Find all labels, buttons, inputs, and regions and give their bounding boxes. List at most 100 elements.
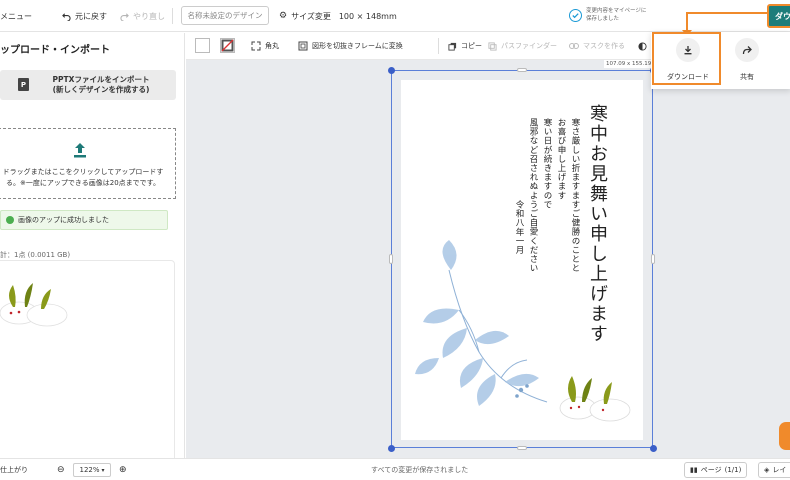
contrast-icon — [638, 41, 647, 51]
copy-button[interactable]: コピー — [448, 33, 482, 59]
zoom-out-button[interactable]: ⊖ — [57, 459, 65, 480]
menu-label: メニュー — [0, 11, 32, 21]
pathfinder-label: パスファインダー — [501, 42, 557, 50]
success-banner: 画像のアップに成功しました — [0, 210, 168, 230]
crop-frame-button[interactable]: 図形を切抜きフレームに変換 — [298, 33, 403, 59]
crop-frame-label: 図形を切抜きフレームに変換 — [312, 42, 403, 50]
save-status: 変更内容をマイページに 保存しました — [586, 7, 666, 23]
zoom-out-icon: ⊖ — [57, 465, 65, 475]
copy-icon — [448, 42, 457, 51]
divider — [438, 38, 439, 54]
design-name-input[interactable]: 名称未設定のデザイン — [181, 6, 269, 25]
page-button[interactable]: ▮▮ ページ (1/1) — [684, 462, 748, 478]
divider — [172, 8, 173, 24]
resize-handle[interactable] — [517, 446, 527, 450]
share-option-label: 共有 — [740, 73, 754, 81]
annotation-connector-vertical — [686, 12, 688, 32]
mask-label: マスクを作る — [583, 42, 625, 50]
stroke-color-swatch[interactable] — [220, 38, 235, 53]
top-bar: メニュー 元に戻す やり直し 名称未設定のデザイン ⚙ サイズ変更 100 × … — [0, 0, 790, 32]
resize-label: サイズ変更 — [291, 11, 331, 21]
corner-icon — [251, 41, 261, 51]
resize-handle[interactable] — [388, 445, 395, 452]
no-fill-icon — [221, 39, 234, 52]
dropzone-line2: る。※一度にアップできる画像は20点までです。 — [6, 179, 160, 187]
gear-icon: ⚙ — [279, 11, 288, 21]
redo-button[interactable]: やり直し — [120, 0, 165, 32]
selection-box — [391, 70, 653, 448]
crop-frame-icon — [298, 41, 308, 51]
zoom-in-icon: ⊕ — [119, 465, 127, 475]
menu-button[interactable]: メニュー — [0, 0, 32, 32]
pptx-line1: PPTXファイルをインポート — [52, 75, 150, 84]
finish-preview-button[interactable]: 仕上がり — [0, 459, 28, 480]
undo-icon — [62, 12, 71, 21]
corner-label: 角丸 — [265, 42, 279, 50]
bottom-bar: 仕上がり ⊖ 122% ▾ ⊕ すべての変更が保存されました ▮▮ ページ (1… — [0, 458, 790, 480]
zoom-value: 122% — [79, 466, 100, 474]
dropzone-line1: ドラッグまたはここをクリックしてアップロードす — [2, 168, 164, 176]
finish-label: 仕上がり — [0, 466, 28, 474]
object-toolbar: 角丸 図形を切抜きフレームに変換 コピー パスファインダー マスクを作る — [186, 33, 656, 60]
layer-label: レイ — [772, 466, 787, 474]
selection-dimensions: 107.09 x 155.19 — [604, 60, 654, 68]
pptx-import-button[interactable]: P PPTXファイルをインポート (新しくデザインを作成する) — [0, 70, 176, 100]
resize-handle[interactable] — [651, 254, 655, 264]
upload-icon — [74, 143, 86, 158]
download-button-label: ダウ — [775, 11, 790, 21]
annotation-connector — [687, 12, 768, 14]
mask-icon — [569, 43, 579, 49]
pathfinder-icon — [488, 41, 497, 51]
zoom-in-button[interactable]: ⊕ — [119, 459, 127, 480]
snow-rabbit-image — [0, 283, 68, 327]
resize-handle[interactable] — [517, 68, 527, 72]
upload-count: 計：1点 (0.0011 GB) — [0, 251, 71, 259]
share-option[interactable]: 共有 — [723, 32, 771, 89]
status-text: すべての変更が保存されました — [371, 466, 469, 474]
page-label: ページ — [700, 466, 722, 474]
resize-button[interactable]: ⚙ サイズ変更 100 × 148mm — [279, 0, 397, 32]
size-text: 100 × 148mm — [338, 11, 397, 21]
help-tab[interactable] — [779, 422, 790, 450]
page-count: (1/1) — [724, 466, 742, 474]
redo-label: やり直し — [133, 11, 165, 21]
pptx-import-label: PPTXファイルをインポート (新しくデザインを作成する) — [46, 75, 156, 95]
design-canvas[interactable]: 寒中お見舞い申し上げます 寒さ厳しい折ますますご健勝のことと お喜び申し上げます… — [186, 60, 790, 458]
undo-label: 元に戻す — [75, 11, 107, 21]
share-icon — [735, 38, 759, 62]
upload-dropzone[interactable]: ドラッグまたはここをクリックしてアップロードす る。※一度にアップできる画像は2… — [0, 128, 176, 199]
pptx-file-icon: P — [18, 78, 29, 91]
resize-handle[interactable] — [388, 67, 395, 74]
success-message: 画像のアップに成功しました — [18, 216, 109, 224]
export-popup: ダウンロード 共有 — [651, 32, 790, 89]
resize-handle[interactable] — [389, 254, 393, 264]
contrast-button[interactable] — [638, 33, 647, 59]
redo-icon — [120, 12, 129, 21]
check-circle-icon — [569, 9, 582, 22]
resize-handle[interactable] — [650, 445, 657, 452]
design-name-placeholder: 名称未設定のデザイン — [187, 11, 263, 20]
corner-radius-button[interactable]: 角丸 — [251, 33, 279, 59]
pptx-icon-letter: P — [20, 80, 27, 89]
panel-title: ップロード・インポート — [0, 45, 110, 56]
fill-color-swatch[interactable] — [195, 38, 210, 53]
chevron-down-icon: ▾ — [101, 466, 105, 474]
undo-button[interactable]: 元に戻す — [62, 0, 107, 32]
zoom-select[interactable]: 122% ▾ — [73, 463, 111, 477]
download-button[interactable]: ダウ — [767, 4, 790, 28]
book-icon: ▮▮ — [690, 466, 698, 474]
pptx-line2: (新しくデザインを作成する) — [52, 85, 150, 94]
mask-button[interactable]: マスクを作る — [569, 33, 625, 59]
copy-label: コピー — [461, 42, 482, 50]
save-status-line2: 保存しました — [586, 16, 620, 22]
layers-icon: ◈ — [764, 466, 770, 474]
save-status-text: すべての変更が保存されました — [371, 459, 468, 480]
success-check-icon — [6, 216, 14, 224]
pathfinder-button[interactable]: パスファインダー — [488, 33, 557, 59]
uploaded-image-thumbnail[interactable] — [0, 260, 175, 458]
save-status-line1: 変更内容をマイページに — [586, 8, 647, 14]
layer-button[interactable]: ◈ レイ — [758, 462, 790, 478]
download-highlight — [652, 32, 721, 85]
dropzone-text: ドラッグまたはここをクリックしてアップロードす る。※一度にアップできる画像は2… — [0, 167, 168, 189]
upload-panel: ップロード・インポート P PPTXファイルをインポート (新しくデザインを作成… — [0, 33, 185, 458]
